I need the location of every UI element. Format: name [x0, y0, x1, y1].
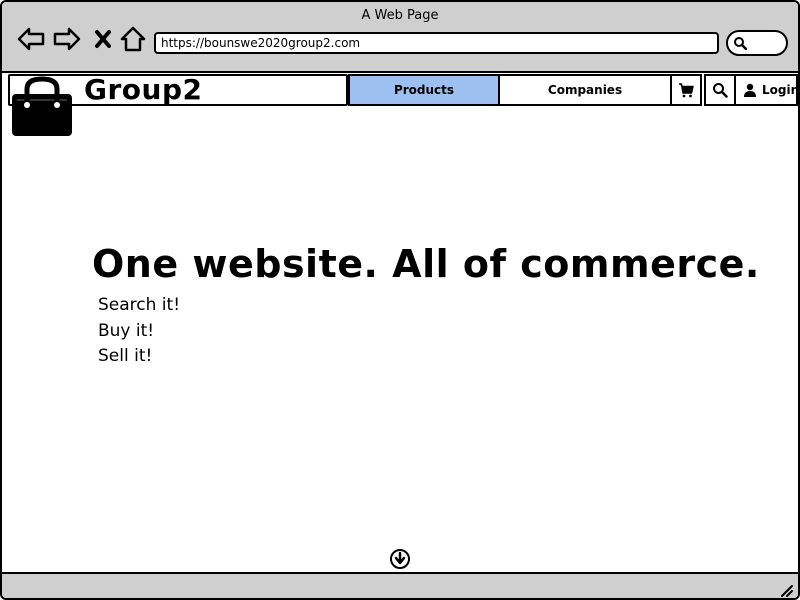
shopping-bag-icon[interactable]	[11, 75, 73, 137]
window-title: A Web Page	[361, 8, 439, 23]
hero-title: One website. All of commerce.	[92, 242, 760, 286]
site-header: Group2 Products Companies Login	[2, 73, 798, 136]
status-bar	[2, 572, 798, 598]
login-label: Login	[762, 83, 800, 97]
cart-button[interactable]	[670, 74, 702, 106]
back-icon[interactable]	[16, 24, 46, 54]
user-icon	[744, 83, 756, 97]
hero-line-search: Search it!	[98, 295, 181, 315]
browser-search-field[interactable]	[726, 30, 788, 56]
browser-toolbar: A Web Page https://bounswe2020group2.com	[2, 2, 798, 73]
cart-icon	[679, 83, 694, 98]
search-icon	[713, 83, 728, 98]
stop-icon[interactable]	[88, 24, 118, 54]
tab-companies[interactable]: Companies	[498, 74, 672, 106]
scroll-down-icon[interactable]	[389, 548, 411, 570]
resize-grip-icon[interactable]	[778, 582, 794, 598]
hero-line-sell: Sell it!	[98, 346, 153, 366]
search-button[interactable]	[704, 74, 736, 106]
home-icon[interactable]	[118, 24, 148, 54]
search-icon	[734, 37, 747, 50]
url-field[interactable]: https://bounswe2020group2.com	[154, 32, 719, 54]
browser-window: A Web Page https://bounswe2020group2.com…	[0, 0, 800, 600]
hero-line-buy: Buy it!	[98, 321, 155, 341]
login-button[interactable]: Login	[734, 74, 798, 106]
tab-products[interactable]: Products	[348, 74, 500, 106]
forward-icon[interactable]	[52, 24, 82, 54]
brand-name: Group2	[84, 73, 203, 106]
